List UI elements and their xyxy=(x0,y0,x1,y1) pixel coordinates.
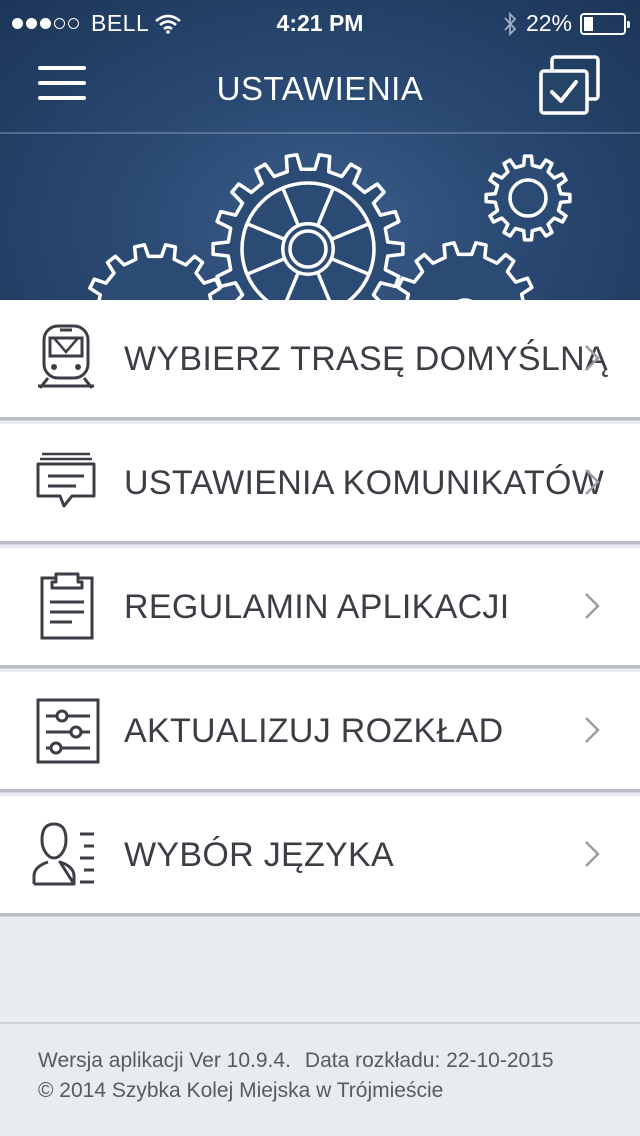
gears-illustration xyxy=(88,152,572,300)
menu-item-label: WYBIERZ TRASĘ DOMYŚLNĄ xyxy=(124,340,608,378)
chevron-right-icon xyxy=(585,345,600,371)
sliders-icon xyxy=(36,698,100,764)
battery-percent: 22% xyxy=(525,10,572,36)
menu-item-language[interactable]: WYBÓR JĘZYKA xyxy=(0,796,640,916)
menu-item-default-route[interactable]: WYBIERZ TRASĘ DOMYŚLNĄ xyxy=(0,300,640,420)
menu-item-label: USTAWIENIA KOMUNIKATÓW xyxy=(124,464,605,502)
settings-header: BELL 4:21 PM 22% USTAWIENIA xyxy=(0,0,640,300)
gear-left-icon xyxy=(88,243,222,300)
chevron-right-icon xyxy=(585,717,600,743)
train-icon xyxy=(38,324,94,389)
clipboard-icon xyxy=(40,572,94,640)
battery-icon xyxy=(580,12,630,35)
footer-divider xyxy=(0,1022,640,1024)
messages-icon xyxy=(36,452,96,508)
menu-item-notification-settings[interactable]: USTAWIENIA KOMUNIKATÓW xyxy=(0,424,640,544)
copyright: © 2014 Szybka Kolej Miejska w Trójmieści… xyxy=(38,1079,444,1102)
gear-small-icon xyxy=(484,154,572,242)
bluetooth-icon xyxy=(504,11,517,36)
user-language-icon xyxy=(32,822,94,886)
settings-menu: WYBIERZ TRASĘ DOMYŚLNĄ USTAWIENIA KOMUNI… xyxy=(0,300,640,920)
menu-item-label: WYBÓR JĘZYKA xyxy=(124,836,394,874)
menu-item-label: AKTUALIZUJ ROZKŁAD xyxy=(124,712,504,750)
menu-item-app-terms[interactable]: REGULAMIN APLIKACJI xyxy=(0,548,640,668)
gear-large-icon xyxy=(211,152,405,300)
chevron-right-icon xyxy=(585,593,600,619)
battery-level xyxy=(584,16,594,31)
schedule-date: Data rozkładu: 22-10-2015 xyxy=(304,1049,554,1072)
status-bar: BELL 4:21 PM 22% xyxy=(0,0,640,46)
chevron-right-icon xyxy=(585,841,600,867)
footer-info: Wersja aplikacji Ver 10.9.4. Data rozkład… xyxy=(38,1046,554,1106)
menu-item-update-schedule[interactable]: AKTUALIZUJ ROZKŁAD xyxy=(0,672,640,792)
status-right: 22% xyxy=(502,10,630,37)
app-version: Wersja aplikacji Ver 10.9.4. xyxy=(38,1049,291,1072)
navigation-bar: USTAWIENIA xyxy=(0,46,640,134)
menu-item-label: REGULAMIN APLIKACJI xyxy=(124,588,510,626)
chevron-right-icon xyxy=(585,469,600,495)
hamburger-menu-icon[interactable] xyxy=(38,66,86,106)
gear-right-icon xyxy=(396,241,534,300)
checklist-icon[interactable] xyxy=(534,54,604,118)
